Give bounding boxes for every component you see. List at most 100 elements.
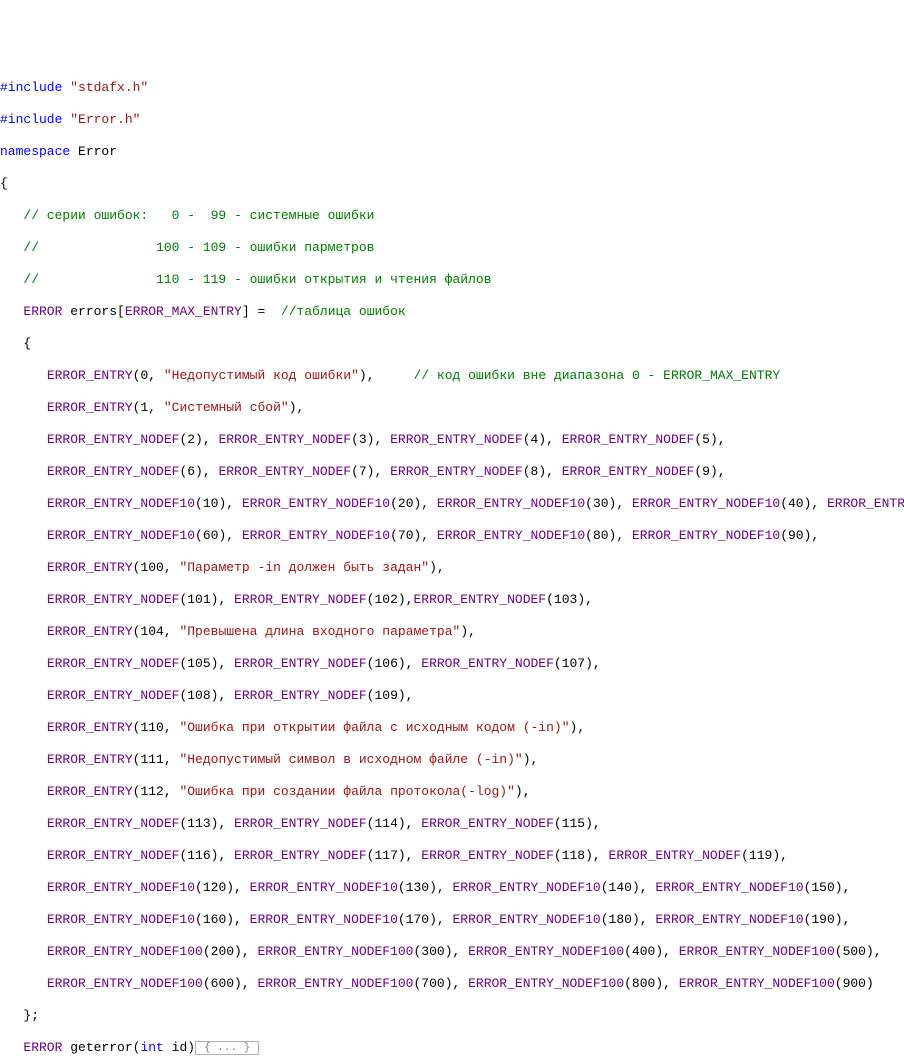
brace: { xyxy=(0,176,8,191)
macro: ERROR_ENTRY_NODEF xyxy=(390,432,523,447)
code-line: ERROR_ENTRY_NODEF(116), ERROR_ENTRY_NODE… xyxy=(0,848,904,864)
macro: ERROR_ENTRY_NODEF xyxy=(47,688,180,703)
fold-box-icon[interactable]: { ... } xyxy=(195,1041,259,1055)
code-line: // серии ошибок: 0 - 99 - системные ошиб… xyxy=(0,208,904,224)
text: ), xyxy=(570,720,586,735)
text: (150), xyxy=(804,880,851,895)
text: ), xyxy=(523,752,539,767)
indent xyxy=(0,624,47,639)
string: "Параметр -in должен быть задан" xyxy=(179,560,429,575)
text: ), xyxy=(359,368,375,383)
code-line: ERROR_ENTRY_NODEF(101), ERROR_ENTRY_NODE… xyxy=(0,592,904,608)
text: (118), xyxy=(554,848,609,863)
code-line: ERROR_ENTRY_NODEF10(60), ERROR_ENTRY_NOD… xyxy=(0,528,904,544)
text: (180), xyxy=(601,912,656,927)
text: (106), xyxy=(367,656,422,671)
code-line: ERROR_ENTRY_NODEF(2), ERROR_ENTRY_NODEF(… xyxy=(0,432,904,448)
code-line: ERROR_ENTRY_NODEF100(200), ERROR_ENTRY_N… xyxy=(0,944,904,960)
macro: ERROR_ENTRY_NODEF xyxy=(47,656,180,671)
text: (70), xyxy=(390,528,437,543)
code-line: }; xyxy=(0,1008,904,1024)
macro: ERROR_ENTRY_NODEF xyxy=(234,848,367,863)
macro: ERROR_ENTRY_NODEF xyxy=(234,592,367,607)
text: (2), xyxy=(179,432,218,447)
code-line: ERROR_ENTRY_NODEF10(10), ERROR_ENTRY_NOD… xyxy=(0,496,904,512)
macro: ERROR_ENTRY_NODEF10 xyxy=(47,528,195,543)
text: (900) xyxy=(835,976,874,991)
code-line: ERROR_ENTRY(104, "Превышена длина входно… xyxy=(0,624,904,640)
code-line: #include "stdafx.h" xyxy=(0,80,904,96)
text: (40), xyxy=(780,496,827,511)
text: (7), xyxy=(351,464,390,479)
string: "Системный сбой" xyxy=(164,400,289,415)
macro: ERROR_ENTRY_NODEF xyxy=(47,464,180,479)
text: (105), xyxy=(179,656,234,671)
macro: ERROR_ENTRY xyxy=(47,784,133,799)
indent xyxy=(0,752,47,767)
text: (6), xyxy=(179,464,218,479)
keyword: namespace xyxy=(0,144,78,159)
comment: // серии ошибок: 0 - 99 - системные ошиб… xyxy=(0,208,374,223)
text: (170), xyxy=(398,912,453,927)
macro: ERROR_ENTRY_NODEF xyxy=(47,816,180,831)
text: (600), xyxy=(203,976,258,991)
text: ), xyxy=(429,560,445,575)
preproc: #include xyxy=(0,80,70,95)
code-line: ERROR geterror(int id){ ... } xyxy=(0,1040,904,1056)
text: (300), xyxy=(413,944,468,959)
brace: { xyxy=(0,336,31,351)
macro: ERROR_ENTRY_NODEF10 xyxy=(632,496,780,511)
code-line: // 110 - 119 - ошибки открытия и чтения … xyxy=(0,272,904,288)
text: (90), xyxy=(780,528,819,543)
macro: ERROR_ENTRY_NODEF10 xyxy=(250,912,398,927)
macro: ERROR_ENTRY_NODEF xyxy=(47,592,180,607)
brace: }; xyxy=(0,1008,39,1023)
indent xyxy=(0,464,47,479)
text: errors[ xyxy=(62,304,124,319)
indent xyxy=(0,1040,23,1055)
include-file: "Error.h" xyxy=(70,112,140,127)
indent xyxy=(0,592,47,607)
macro: ERROR_ENTRY_NODEF10 xyxy=(655,880,803,895)
ns-name: Error xyxy=(78,144,117,159)
text: (30), xyxy=(585,496,632,511)
macro: ERROR_ENTRY_NODEF100 xyxy=(257,976,413,991)
code-editor[interactable]: #include "stdafx.h" #include "Error.h" n… xyxy=(0,64,904,1058)
text: ] = xyxy=(242,304,273,319)
code-line: ERROR_ENTRY(111, "Недопустимый символ в … xyxy=(0,752,904,768)
text: (103), xyxy=(546,592,593,607)
text: (115), xyxy=(554,816,601,831)
text: ), xyxy=(289,400,305,415)
macro: ERROR_ENTRY_NODEF10 xyxy=(437,528,585,543)
indent xyxy=(0,656,47,671)
code-line: ERROR_ENTRY_NODEF10(160), ERROR_ENTRY_NO… xyxy=(0,912,904,928)
indent xyxy=(0,976,47,991)
code-line: ERROR_ENTRY_NODEF(6), ERROR_ENTRY_NODEF(… xyxy=(0,464,904,480)
code-line: ERROR_ENTRY_NODEF100(600), ERROR_ENTRY_N… xyxy=(0,976,904,992)
code-line: ERROR_ENTRY_NODEF(108), ERROR_ENTRY_NODE… xyxy=(0,688,904,704)
text: (104, xyxy=(133,624,180,639)
macro: ERROR_ENTRY_NODEF xyxy=(609,848,742,863)
text: (4), xyxy=(523,432,562,447)
string: "Ошибка при открытии файла с исходным ко… xyxy=(179,720,569,735)
macro: ERROR_ENTRY_NODEF xyxy=(218,432,351,447)
macro: ERROR_ENTRY_NODEF10 xyxy=(47,880,195,895)
macro: ERROR_ENTRY_NODEF xyxy=(47,848,180,863)
macro: ERROR_ENTRY_NODEF10 xyxy=(827,496,904,511)
indent xyxy=(0,880,47,895)
text: (116), xyxy=(179,848,234,863)
text: ), xyxy=(515,784,531,799)
macro: ERROR_ENTRY_NODEF10 xyxy=(453,912,601,927)
macro: ERROR_ENTRY_NODEF xyxy=(234,816,367,831)
type-name: ERROR xyxy=(23,304,62,319)
text: (107), xyxy=(554,656,601,671)
text: (60), xyxy=(195,528,242,543)
text: (5), xyxy=(694,432,725,447)
macro: ERROR_ENTRY xyxy=(47,368,133,383)
code-line: ERROR_ENTRY(112, "Ошибка при создании фа… xyxy=(0,784,904,800)
string: "Недопустимый символ в исходном файле (-… xyxy=(179,752,522,767)
comment: //таблица ошибок xyxy=(273,304,406,319)
macro: ERROR_ENTRY_NODEF10 xyxy=(250,880,398,895)
macro: ERROR_ENTRY_NODEF10 xyxy=(655,912,803,927)
macro: ERROR_ENTRY_NODEF xyxy=(47,432,180,447)
